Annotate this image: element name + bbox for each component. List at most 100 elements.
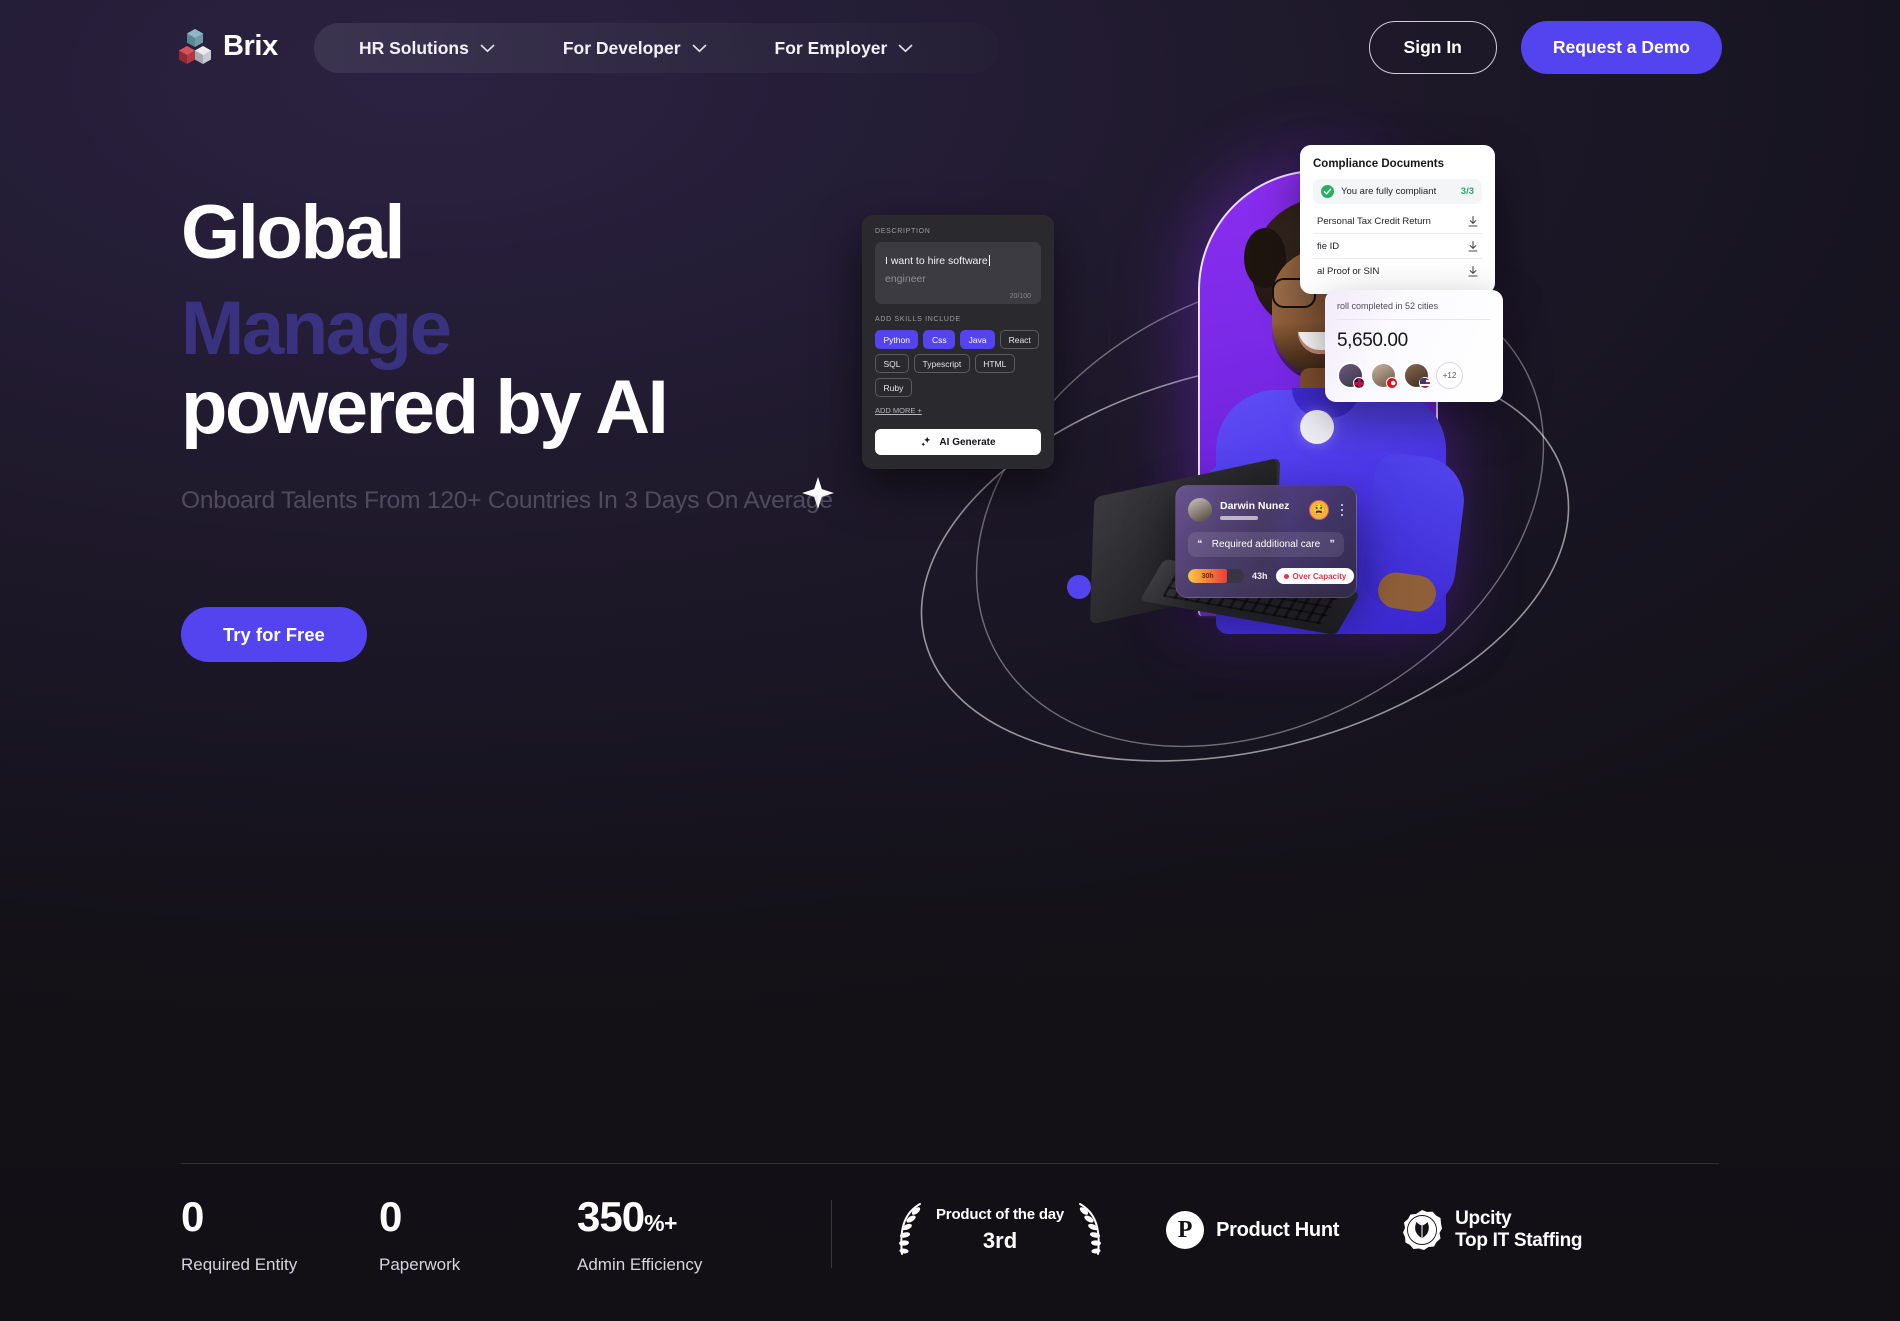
avatar-overflow-count: +12 [1436, 362, 1463, 389]
award-text: Upcity Top IT Staffing [1455, 1208, 1582, 1253]
kebab-menu-icon[interactable] [1340, 503, 1344, 517]
quote-open-icon: ❝ [1197, 539, 1203, 550]
avatar [1337, 362, 1365, 389]
compliance-documents-card: Compliance Documents You are fully compl… [1300, 145, 1495, 294]
status-dot-icon [1283, 573, 1289, 579]
chevron-down-icon [480, 44, 495, 52]
primary-nav: HR Solutions For Developer For Employer [314, 23, 999, 73]
stat-label: Paperwork [379, 1255, 461, 1274]
landing-page: Brix HR Solutions For Developer For Empl… [0, 0, 1900, 1321]
payroll-subtitle: roll completed in 52 cities [1337, 301, 1491, 320]
employee-quote: ❝ Required additional care ❞ [1188, 532, 1344, 557]
stat-value: 0 [379, 1193, 402, 1240]
award-rank: 3rd [982, 1228, 1018, 1253]
footer-vertical-divider [831, 1200, 832, 1268]
payroll-summary-card: roll completed in 52 cities 5,650.00 +12 [1325, 290, 1503, 402]
avatar [1403, 362, 1431, 389]
award-product-hunt: P Product Hunt [1166, 1211, 1339, 1249]
employee-name: Darwin Nunez [1220, 500, 1290, 512]
employee-quote-text: Required additional care [1211, 539, 1321, 550]
stat-value: 350%+ [577, 1196, 775, 1238]
stat-paperwork: 0 Paperwork [379, 1196, 577, 1275]
employee-meta-bar [1220, 516, 1258, 520]
compliance-status-count: 3/3 [1460, 186, 1474, 197]
hero-headline-line1: Global [181, 190, 405, 275]
nav-label: For Developer [562, 37, 681, 58]
avatar [1188, 498, 1212, 522]
request-demo-button[interactable]: Request a Demo [1520, 21, 1722, 74]
quote-close-icon: ❞ [1329, 539, 1335, 550]
employee-capacity-row: 30h 43h Over Capacity [1188, 568, 1355, 584]
award-title: Product of the day [936, 1206, 1065, 1223]
award-upcity: Upcity Top IT Staffing [1401, 1208, 1583, 1253]
sign-in-button[interactable]: Sign In [1368, 21, 1497, 74]
award-text: Product of the day 3rd [936, 1206, 1064, 1254]
stat-value: 0 [181, 1193, 204, 1240]
award-label: Product Hunt [1216, 1218, 1340, 1241]
document-name: al Proof or SIN [1317, 265, 1380, 277]
laurel-wreath-icon [1079, 1203, 1102, 1255]
compliance-document-row[interactable]: fie ID [1313, 234, 1482, 259]
flag-red-icon [1386, 377, 1398, 389]
employee-header: Darwin Nunez 😫 [1188, 498, 1344, 522]
footer-stats-bar: 0 Required Entity 0 Paperwork 350%+ Admi… [181, 1196, 1719, 1306]
hours-total-label: 43h [1252, 571, 1268, 581]
compliance-title: Compliance Documents [1313, 158, 1444, 170]
nav-item-for-employer[interactable]: For Employer [775, 38, 914, 59]
try-for-free-button[interactable]: Try for Free [181, 607, 367, 663]
hero-copy: Global Manage powered by AI Onboard Tale… [181, 190, 1011, 663]
chevron-down-icon [899, 44, 913, 52]
hours-progress-fill: 30h [1188, 569, 1228, 583]
employee-capacity-card: Darwin Nunez 😫 ❝ Required additional car… [1175, 485, 1357, 598]
site-header: Brix HR Solutions For Developer For Empl… [0, 0, 1900, 95]
stat-number: 350 [577, 1193, 645, 1240]
decorative-dot-icon [1067, 575, 1091, 599]
chevron-down-icon [692, 44, 706, 52]
decorative-circle-icon [1300, 410, 1334, 444]
download-icon[interactable] [1468, 215, 1478, 227]
hours-used-label: 30h [1201, 572, 1214, 580]
laurel-wreath-icon [899, 1203, 921, 1255]
compliance-status-text: You are fully compliant [1341, 186, 1437, 197]
product-hunt-icon: P [1166, 1211, 1205, 1249]
award-title: Upcity [1455, 1207, 1512, 1229]
download-icon[interactable] [1468, 265, 1478, 277]
payroll-avatar-group: +12 [1337, 362, 1491, 389]
award-subtitle: Top IT Staffing [1455, 1230, 1583, 1251]
stat-required-entity: 0 Required Entity [181, 1196, 379, 1275]
over-capacity-badge: Over Capacity [1275, 568, 1355, 584]
employee-identity: Darwin Nunez [1220, 500, 1301, 520]
brand-logo[interactable]: Brix [178, 27, 278, 65]
stat-admin-efficiency: 350%+ Admin Efficiency [577, 1196, 775, 1275]
avatar [1370, 362, 1398, 389]
hero-headline-line3: powered by AI [181, 364, 669, 450]
over-capacity-label: Over Capacity [1292, 571, 1347, 581]
header-actions: Sign In Request a Demo [1368, 21, 1722, 74]
upcity-seal-icon [1403, 1210, 1443, 1250]
payroll-amount: 5,650.00 [1337, 330, 1408, 351]
check-circle-icon [1321, 185, 1334, 198]
hours-progress-bar: 30h [1188, 569, 1244, 583]
download-icon[interactable] [1468, 240, 1478, 252]
employee-mood-emoji: 😫 [1309, 500, 1329, 520]
compliance-status-row: You are fully compliant 3/3 [1313, 179, 1482, 204]
stat-label: Admin Efficiency [577, 1255, 703, 1274]
cubes-logo-icon [179, 29, 211, 64]
hero-visual: DESCRIPTION I want to hire software engi… [802, 120, 1720, 800]
stat-label: Required Entity [181, 1255, 298, 1274]
flag-uk-icon [1353, 377, 1365, 389]
document-name: fie ID [1317, 240, 1340, 252]
nav-label: HR Solutions [359, 37, 469, 58]
nav-item-for-developer[interactable]: For Developer [563, 38, 707, 59]
brand-name: Brix [223, 29, 278, 62]
nav-label: For Employer [774, 37, 888, 58]
document-name: Personal Tax Credit Return [1317, 215, 1431, 227]
hero-subtitle: Onboard Talents From 120+ Countries In 3… [181, 487, 833, 515]
footer-divider [181, 1163, 1719, 1164]
compliance-document-row[interactable]: Personal Tax Credit Return [1313, 209, 1482, 234]
compliance-document-row[interactable]: al Proof or SIN [1313, 259, 1482, 283]
award-product-of-the-day: Product of the day 3rd [896, 1202, 1104, 1258]
hero-rotating-word: Manage [181, 286, 452, 372]
stat-suffix: %+ [644, 1210, 677, 1236]
nav-item-hr-solutions[interactable]: HR Solutions [359, 38, 495, 59]
